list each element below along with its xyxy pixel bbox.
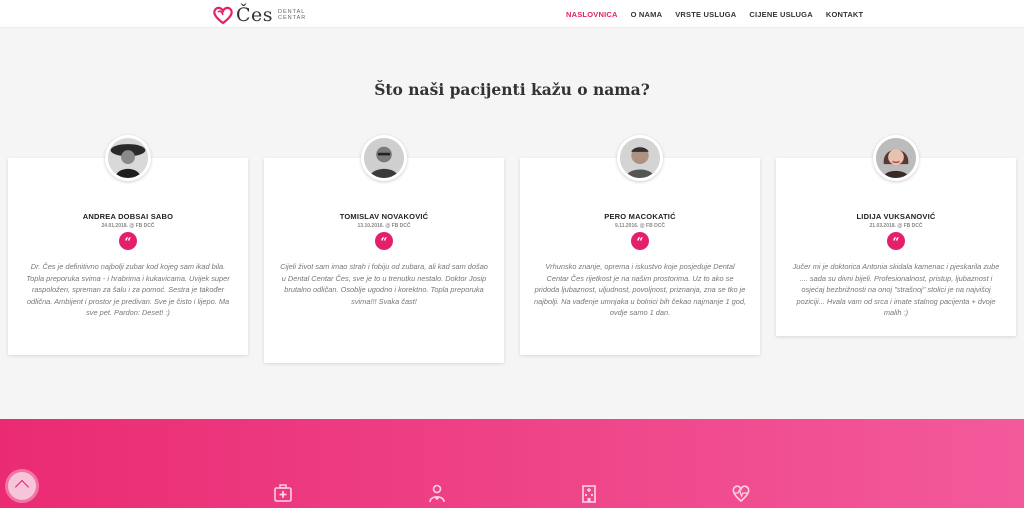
- nav-item-naslovnica[interactable]: NASLOVNICA: [566, 10, 618, 19]
- reviewer-name: TOMISLAV NOVAKOVIĆ: [339, 212, 429, 221]
- logo[interactable]: Čes DENTAL CENTAR: [212, 4, 306, 26]
- nav-item-vrste-usluga[interactable]: VRSTE USLUGA: [675, 10, 736, 19]
- review-meta: 21.03.2018. @ FB DCČ: [869, 223, 923, 229]
- logo-text: Čes: [236, 4, 274, 26]
- quote-icon: “: [375, 232, 393, 250]
- reviewer-name: PERO MACOKATIĆ: [604, 212, 676, 221]
- avatar-photo-icon: [876, 138, 916, 178]
- logo-sub-line-2: CENTAR: [278, 15, 307, 21]
- review-meta: 13.10.2016. @ FB DCČ: [357, 223, 411, 229]
- testimonials-title: Što naši pacijenti kažu o nama?: [374, 80, 650, 99]
- testimonial-card: ANDREA DOBSAI SABO 24.01.2018. @ FB DCČ …: [8, 135, 248, 355]
- quote-icon: “: [119, 232, 137, 250]
- review-meta: 24.01.2018. @ FB DCČ: [101, 223, 155, 229]
- hospital-building-icon: [579, 483, 599, 503]
- heart-logo-icon: [213, 6, 233, 25]
- reviewer-name: LIDIJA VUKSANOVIĆ: [856, 212, 936, 221]
- review-text: Jučer mi je doktorica Antonia skidala ka…: [792, 262, 1000, 317]
- nav-item-o-nama[interactable]: O NAMA: [631, 10, 663, 19]
- review-meta: 9.11.2016. @ FB DCČ: [615, 223, 665, 229]
- quote-icon: “: [887, 232, 905, 250]
- reviewer-name: ANDREA DOBSAI SABO: [82, 212, 174, 221]
- avatar: [873, 135, 919, 181]
- main-nav: NASLOVNICA O NAMA VRSTE USLUGA CIJENE US…: [566, 10, 876, 19]
- avatar-photo-icon: [108, 138, 148, 178]
- testimonial-card: PERO MACOKATIĆ 9.11.2016. @ FB DCČ “ Vrh…: [520, 135, 760, 355]
- first-aid-kit-icon: [273, 483, 293, 503]
- nav-item-cijene-usluga[interactable]: CIJENE USLUGA: [749, 10, 812, 19]
- nav-item-kontakt[interactable]: KONTAKT: [826, 10, 864, 19]
- chevron-up-icon: [14, 479, 30, 495]
- site-header: Čes DENTAL CENTAR NASLOVNICA O NAMA VRST…: [0, 0, 1024, 28]
- testimonial-card: TOMISLAV NOVAKOVIĆ 13.10.2016. @ FB DCČ …: [264, 135, 504, 363]
- avatar: [617, 135, 663, 181]
- review-text: Cijeli život sam imao strah i fobiju od …: [280, 262, 488, 306]
- back-to-top-button[interactable]: [8, 472, 36, 500]
- features-band: [0, 419, 1024, 508]
- review-text: Vrhunsko znanje, oprema i iskustvo koje …: [534, 262, 747, 317]
- avatar-photo-icon: [620, 138, 660, 178]
- doctor-icon: [427, 483, 447, 503]
- review-text: Dr. Čes je definitivno najbolji zubar ko…: [26, 262, 230, 317]
- avatar-photo-icon: [364, 138, 404, 178]
- avatar: [105, 135, 151, 181]
- logo-subtitle: DENTAL CENTAR: [278, 9, 306, 21]
- quote-icon: “: [631, 232, 649, 250]
- heart-pulse-icon: [731, 483, 751, 503]
- avatar: [361, 135, 407, 181]
- testimonial-card: LIDIJA VUKSANOVIĆ 21.03.2018. @ FB DCČ “…: [776, 135, 1016, 336]
